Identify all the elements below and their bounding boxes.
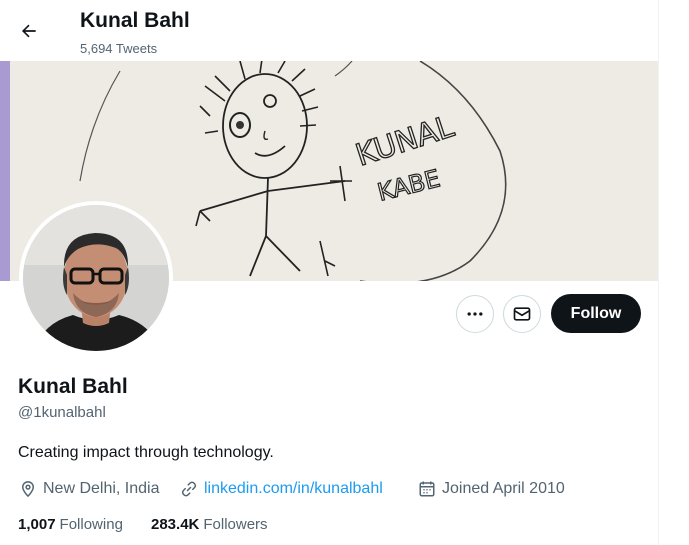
following-link[interactable]: 1,007 Following: [18, 515, 123, 533]
location-text: New Delhi, India: [43, 480, 160, 497]
profile-header: Kunal Bahl 5,694 Tweets: [0, 0, 658, 61]
followers-label: Followers: [203, 515, 268, 533]
message-button[interactable]: [503, 295, 541, 333]
arrow-left-icon: [21, 24, 36, 38]
more-options-button[interactable]: [456, 295, 494, 333]
website-link[interactable]: linkedin.com/in/kunalbahl: [204, 480, 383, 498]
following-count: 1,007: [18, 515, 56, 533]
followers-link[interactable]: 283.4K Followers: [151, 515, 268, 533]
link-icon: [180, 480, 198, 498]
profile-handle: @1kunalbahl: [18, 404, 106, 421]
profile-website: linkedin.com/in/kunalbahl: [180, 479, 383, 499]
profile-name: Kunal Bahl: [18, 375, 128, 398]
profile-location: New Delhi, India: [19, 479, 160, 499]
envelope-icon: [513, 307, 531, 321]
follow-button[interactable]: Follow: [551, 294, 641, 333]
calendar-icon: [418, 480, 436, 498]
location-pin-icon: [19, 480, 37, 498]
profile-joined: Joined April 2010: [418, 479, 565, 499]
profile-bio: Creating impact through technology.: [18, 444, 274, 461]
avatar-photo: [23, 205, 169, 351]
more-horizontal-icon: [467, 312, 483, 316]
followers-count: 283.4K: [151, 515, 200, 533]
tweet-count: 5,694 Tweets: [80, 41, 158, 56]
header-name: Kunal Bahl: [80, 9, 190, 32]
following-label: Following: [59, 515, 123, 533]
joined-text: Joined April 2010: [442, 480, 565, 497]
profile-avatar[interactable]: [19, 201, 173, 355]
right-column-edge: [658, 0, 689, 545]
back-button[interactable]: [12, 14, 46, 48]
